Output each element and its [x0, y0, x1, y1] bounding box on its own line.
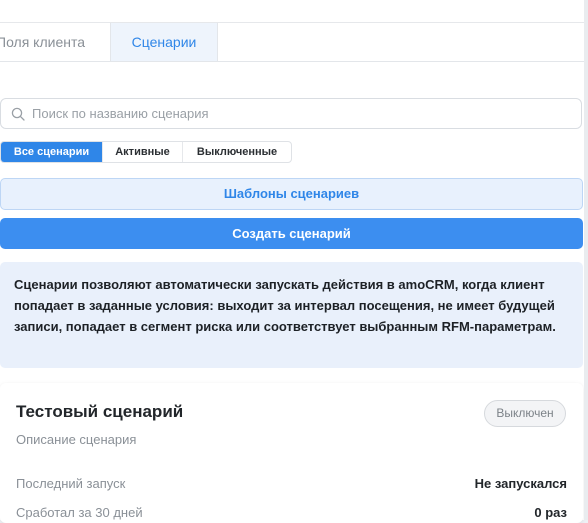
last-run-value: Не запускался: [474, 476, 567, 491]
create-scenario-button[interactable]: Создать сценарий: [0, 218, 583, 249]
scenarios-panel: Поля клиента Сценарии Все сценарии Актив…: [0, 0, 584, 523]
search-input[interactable]: [32, 99, 572, 128]
last-run-label: Последний запуск: [16, 476, 126, 491]
tab-client-fields[interactable]: Поля клиента: [0, 23, 110, 61]
status-filter-group: Все сценарии Активные Выключенные: [0, 141, 292, 163]
tab-bar: Поля клиента Сценарии: [0, 23, 584, 62]
triggered-30-days-value: 0 раз: [534, 505, 567, 520]
filter-disabled[interactable]: Выключенные: [183, 142, 291, 162]
status-badge: Выключен: [484, 400, 566, 427]
filter-active[interactable]: Активные: [103, 142, 183, 162]
scenario-card[interactable]: Тестовый сценарий Выключен Описание сцен…: [0, 383, 583, 523]
tab-bar-filler: [218, 23, 584, 61]
search-box: [0, 98, 582, 129]
filter-all-scenarios[interactable]: Все сценарии: [1, 142, 103, 162]
scrollbar-track[interactable]: [584, 0, 588, 520]
scenario-templates-button[interactable]: Шаблоны сценариев: [0, 178, 583, 210]
search-icon: [11, 107, 25, 121]
triggered-30-days-label: Сработал за 30 дней: [16, 505, 143, 520]
tab-scenarios[interactable]: Сценарии: [110, 23, 218, 61]
info-banner: Сценарии позволяют автоматически запуска…: [0, 262, 583, 368]
scenario-description: Описание сценария: [16, 432, 137, 447]
scenario-title: Тестовый сценарий: [16, 402, 184, 421]
